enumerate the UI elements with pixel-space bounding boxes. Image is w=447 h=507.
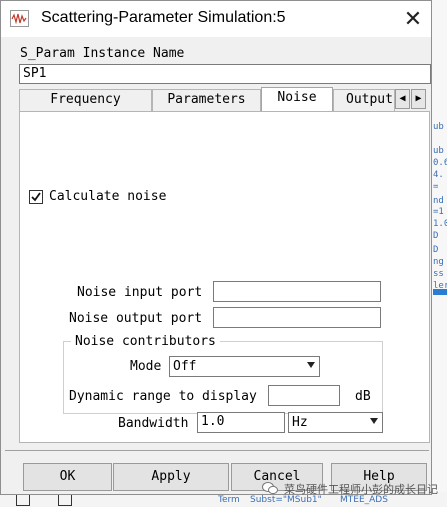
app-icon (10, 10, 29, 27)
bandwidth-field[interactable]: 1.0 (197, 412, 285, 433)
background-schematic-strip: ub ub 0.6 4. = nd =1 1.0 D D ng ss ler (430, 0, 447, 507)
tab-parameters[interactable]: Parameters (152, 89, 261, 111)
bg-fragment: ss (433, 269, 444, 279)
bg-fragment: Term (218, 495, 240, 505)
checkmark-icon (31, 192, 41, 202)
calculate-noise-label: Calculate noise (49, 189, 167, 204)
ok-button[interactable]: OK (23, 463, 112, 491)
noise-input-port-label: Noise input port (77, 285, 203, 300)
bg-fragment: 1.0 (433, 219, 447, 229)
watermark-text: 菜鸟硬件工程师小彭的成长日记 (284, 483, 438, 496)
noise-output-port-field[interactable] (213, 307, 381, 328)
dynamic-range-label: Dynamic range to display (69, 389, 257, 404)
bandwidth-label: Bandwidth (118, 416, 189, 431)
mode-select-value: Off (173, 359, 197, 374)
bg-fragment: =1 (433, 207, 444, 217)
calculate-noise-checkbox[interactable] (29, 190, 43, 204)
bg-fragment: 4. (433, 170, 444, 180)
bg-wire (433, 289, 447, 295)
tab-output[interactable]: Output (333, 89, 395, 111)
noise-input-port-field[interactable] (213, 281, 381, 302)
tab-frequency[interactable]: Frequency (19, 89, 152, 111)
chevron-down-icon (307, 362, 315, 368)
title-bar[interactable]: Scattering-Parameter Simulation:5 ✕ (1, 1, 431, 37)
bg-fragment: ub (433, 122, 444, 132)
bg-fragment: nd (433, 196, 444, 206)
noise-contributors-legend: Noise contributors (71, 334, 220, 349)
bg-fragment: 0.6 (433, 158, 447, 168)
wechat-icon (262, 482, 278, 495)
bg-fragment: D (433, 231, 439, 241)
sparam-dialog: Scattering-Parameter Simulation:5 ✕ S_Pa… (0, 0, 432, 495)
dynamic-range-unit: dB (355, 389, 371, 404)
mode-label: Mode (130, 359, 162, 374)
bandwidth-unit-value: Hz (292, 415, 308, 430)
dynamic-range-field[interactable] (268, 385, 340, 406)
bg-fragment: D (433, 245, 439, 255)
bg-fragment: ng (433, 257, 444, 267)
bg-component-icon (58, 494, 72, 506)
window-title: Scattering-Parameter Simulation:5 (41, 9, 286, 26)
chevron-down-icon (370, 418, 378, 424)
chevron-left-icon[interactable]: ◀ (395, 89, 410, 109)
bandwidth-unit-select[interactable]: Hz (288, 412, 383, 433)
tab-noise[interactable]: Noise (261, 87, 333, 112)
apply-button[interactable]: Apply (113, 463, 229, 491)
bg-fragment: = (433, 182, 439, 192)
mode-select[interactable]: Off (169, 356, 320, 377)
button-separator (5, 450, 429, 451)
noise-output-port-label: Noise output port (69, 311, 203, 326)
chevron-right-icon[interactable]: ▶ (411, 89, 426, 109)
close-icon[interactable]: ✕ (395, 1, 431, 37)
instance-name-input[interactable]: SP1 (19, 64, 431, 84)
bg-component-icon (16, 494, 30, 506)
instance-name-label: S_Param Instance Name (20, 46, 185, 61)
bg-fragment: ub (433, 146, 444, 156)
